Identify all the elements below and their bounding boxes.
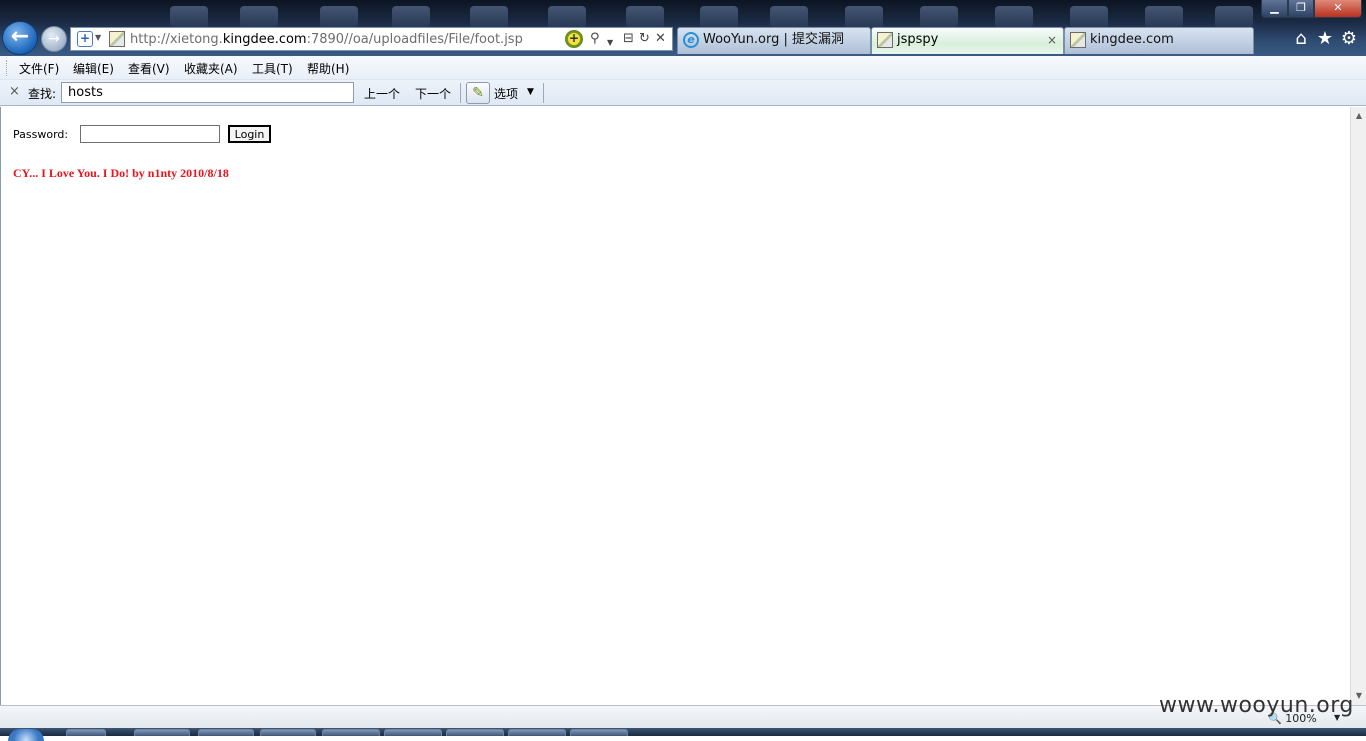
stop-icon[interactable]: ✕ xyxy=(655,31,666,47)
menu-favorites[interactable]: 收藏夹(A) xyxy=(184,60,238,77)
forward-arrow-icon: → xyxy=(48,31,60,47)
home-icon[interactable]: ⌂ xyxy=(1290,28,1312,50)
tab-jspspy[interactable]: jspspy × xyxy=(871,27,1064,54)
menu-view[interactable]: 查看(V) xyxy=(128,60,170,77)
gear-icon[interactable]: ⚙ xyxy=(1338,28,1360,50)
desktop-icon-blur xyxy=(320,6,358,28)
taskbar xyxy=(0,728,1366,741)
find-close-icon[interactable]: × xyxy=(9,85,20,99)
find-options-button[interactable]: 选项 xyxy=(494,85,518,102)
back-arrow-icon: ← xyxy=(10,24,30,49)
find-next-button[interactable]: 下一个 xyxy=(415,85,451,102)
taskbar-button[interactable] xyxy=(66,729,106,736)
ie-icon: e xyxy=(683,32,699,48)
taskbar-button[interactable] xyxy=(134,729,190,736)
menu-tools[interactable]: 工具(T) xyxy=(252,60,293,77)
chevron-down-icon[interactable]: ▼ xyxy=(607,35,613,51)
address-url[interactable]: http://xietong.kingdee.com:7890//oa/uplo… xyxy=(130,32,523,47)
go-icon[interactable]: + xyxy=(565,30,583,48)
login-button[interactable]: Login xyxy=(228,125,271,143)
vertical-scrollbar[interactable]: ▲ ▼ xyxy=(1350,107,1366,705)
page-icon xyxy=(877,32,893,48)
find-input[interactable] xyxy=(61,82,354,103)
taskbar-button[interactable] xyxy=(384,729,442,736)
tab-wooyun[interactable]: e WooYun.org | 提交漏洞 xyxy=(677,27,871,54)
taskbar-button[interactable] xyxy=(446,729,504,736)
desktop-icon-blur xyxy=(240,6,278,28)
highlight-matches-button[interactable]: ✎ xyxy=(466,82,490,104)
compatibility-icon[interactable]: ⊟ xyxy=(623,31,634,47)
page-icon xyxy=(1070,32,1086,48)
favorites-star-icon[interactable]: ★ xyxy=(1314,28,1336,50)
scroll-up-icon[interactable]: ▲ xyxy=(1351,108,1366,124)
back-button[interactable]: ← xyxy=(2,21,38,55)
page-content: Password: Login CY... I Love You. I Do! … xyxy=(0,107,1350,705)
forward-button[interactable]: → xyxy=(41,26,67,52)
menu-edit[interactable]: 编辑(E) xyxy=(73,60,114,77)
taskbar-button[interactable] xyxy=(198,729,254,736)
separator xyxy=(543,83,544,103)
desktop-icon-blur xyxy=(170,6,208,28)
desktop-icon-blur xyxy=(626,6,664,28)
desktop-icon-blur xyxy=(392,6,430,28)
taskbar-button[interactable] xyxy=(260,729,316,736)
signature-message: CY... I Love You. I Do! by n1nty 2010/8/… xyxy=(13,166,229,180)
taskbar-button[interactable] xyxy=(322,729,380,736)
menu-bar: 文件(F) 编辑(E) 查看(V) 收藏夹(A) 工具(T) 帮助(H) xyxy=(0,56,1366,80)
find-label: 查找: xyxy=(28,87,57,101)
search-icon[interactable]: ⚲ xyxy=(590,31,600,47)
tab-kingdee[interactable]: kingdee.com xyxy=(1064,27,1254,54)
desktop-icon-blur xyxy=(920,6,958,28)
chevron-down-icon[interactable]: ▼ xyxy=(527,87,534,97)
desktop-icon-blur xyxy=(995,6,1033,28)
desktop-icon-blur xyxy=(1145,6,1183,28)
find-previous-button[interactable]: 上一个 xyxy=(364,85,400,102)
close-window-button[interactable]: ✕ xyxy=(1314,0,1362,18)
minimize-button[interactable]: ▁ xyxy=(1261,0,1288,18)
pencil-icon: ✎ xyxy=(472,85,484,101)
start-button[interactable] xyxy=(8,729,44,741)
refresh-icon[interactable]: ↻ xyxy=(639,31,650,47)
menu-help[interactable]: 帮助(H) xyxy=(307,60,349,77)
desktop-icon-blur xyxy=(470,6,508,28)
desktop-icon-blur xyxy=(845,6,883,28)
password-label: Password: xyxy=(13,128,69,141)
tab-close-icon[interactable]: × xyxy=(1047,28,1057,52)
tab-label: kingdee.com xyxy=(1090,32,1174,47)
desktop-icon-blur xyxy=(1070,6,1108,28)
page-icon xyxy=(109,31,125,47)
address-bar[interactable]: + ▼ http://xietong.kingdee.com:7890//oa/… xyxy=(70,27,673,51)
desktop-icon-blur xyxy=(1215,6,1253,28)
find-bar: × 查找: 上一个 下一个 ✎ 选项 ▼ xyxy=(0,80,1366,106)
chevron-down-icon[interactable]: ▼ xyxy=(95,33,101,42)
taskbar-button[interactable] xyxy=(508,729,566,736)
desktop-icon-blur xyxy=(770,6,808,28)
desktop-icon-blur xyxy=(700,6,738,28)
password-field[interactable] xyxy=(80,125,220,143)
maximize-button[interactable]: ❐ xyxy=(1288,0,1314,18)
taskbar-button[interactable] xyxy=(570,729,628,736)
desktop-icon-blur xyxy=(548,6,586,28)
separator xyxy=(460,83,461,103)
watermark: www.wooyun.org xyxy=(1159,693,1354,718)
toolbar-grip xyxy=(6,60,9,76)
tab-label: jspspy xyxy=(897,32,939,47)
menu-file[interactable]: 文件(F) xyxy=(19,60,59,77)
compatibility-view-icon[interactable]: + xyxy=(77,31,93,47)
tab-label: WooYun.org | 提交漏洞 xyxy=(703,32,845,47)
browser-titlebar: ▁ ❐ ✕ ← → + ▼ http://xietong.kingdee.com… xyxy=(0,0,1366,56)
